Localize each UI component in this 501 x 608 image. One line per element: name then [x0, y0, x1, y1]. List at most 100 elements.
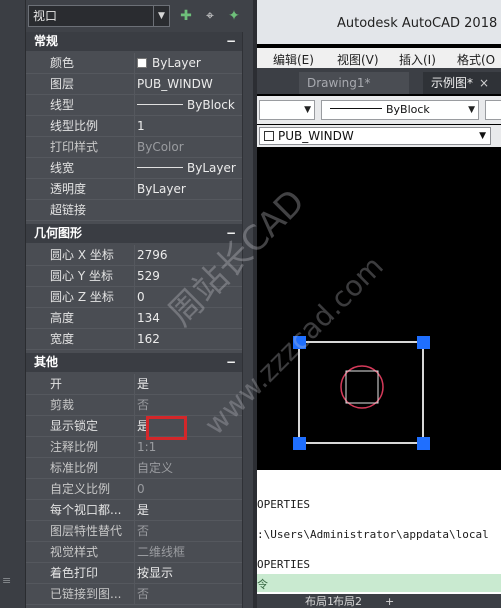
palette-scrollbar[interactable]: [242, 32, 253, 608]
property-value[interactable]: ByLayer: [134, 158, 240, 178]
layer-dropdown[interactable]: PUB_WINDW ▼: [259, 127, 491, 145]
menu-format[interactable]: 格式(O: [457, 51, 495, 68]
close-icon[interactable]: ×: [479, 76, 489, 90]
property-value[interactable]: 1: [134, 116, 240, 136]
property-row[interactable]: 超链接: [26, 200, 242, 221]
tab-layout1[interactable]: 布局1: [305, 596, 334, 608]
property-label: 每个视口都...: [50, 503, 122, 517]
property-label: 颜色: [50, 56, 75, 70]
collapse-icon[interactable]: −: [226, 353, 236, 372]
property-value[interactable]: 是: [134, 500, 240, 520]
property-row[interactable]: 注释比例 1:1: [26, 437, 242, 458]
property-value[interactable]: ByBlock: [134, 95, 240, 115]
command-input[interactable]: 令: [257, 574, 501, 592]
command-window: OPERTIES :\Users\Administrator\appdata\l…: [257, 470, 501, 594]
section-header[interactable]: 其他 −: [26, 353, 242, 372]
menu-insert[interactable]: 插入(I): [399, 51, 436, 68]
property-value[interactable]: 否: [134, 521, 240, 541]
tab-sample-drawing[interactable]: 示例图* ×: [423, 72, 501, 94]
add-layout-button[interactable]: +: [385, 596, 394, 608]
object-type-select[interactable]: 视口 ▼: [28, 5, 170, 27]
viewport-frame[interactable]: [298, 341, 424, 444]
property-value[interactable]: PUB_WINDW: [134, 74, 240, 94]
strip-grip-icon[interactable]: ≡: [2, 574, 11, 587]
property-value[interactable]: ByLayer: [134, 53, 240, 73]
property-value[interactable]: ByColor: [134, 137, 240, 157]
property-row[interactable]: 自定义比例 0: [26, 479, 242, 500]
select-objects-icon[interactable]: ⌖: [200, 6, 220, 26]
property-value[interactable]: 自定义: [134, 458, 240, 478]
property-label: 圆心 Z 坐标: [50, 290, 114, 304]
property-row[interactable]: 线型 ByBlock: [26, 95, 242, 116]
tab-sample-drawing-label: 示例图*: [431, 76, 474, 90]
property-value[interactable]: 按显示: [134, 563, 240, 583]
property-value-text: 0: [137, 290, 145, 304]
layout-tab-bar: 布局1 布局2 +: [257, 594, 501, 608]
property-row[interactable]: 标准比例 自定义: [26, 458, 242, 479]
section-header[interactable]: 几何图形 −: [26, 224, 242, 243]
property-row[interactable]: 线型比例 1: [26, 116, 242, 137]
property-value-text: 1: [137, 119, 145, 133]
grip-bottom-right[interactable]: [417, 437, 430, 450]
property-row[interactable]: 图层 PUB_WINDW: [26, 74, 242, 95]
circle-object[interactable]: [340, 365, 384, 409]
menu-bar: 编辑(E) 视图(V) 插入(I) 格式(O: [257, 48, 501, 68]
property-value[interactable]: 1:1: [134, 437, 240, 457]
property-row[interactable]: 打印样式 ByColor: [26, 137, 242, 158]
property-value-text: ByLayer: [152, 56, 201, 70]
property-label: 图层: [50, 77, 75, 91]
linetype-dropdown[interactable]: ByBlock ▼: [321, 100, 479, 120]
property-row[interactable]: 线宽 ByLayer: [26, 158, 242, 179]
property-value[interactable]: 0: [134, 479, 240, 499]
toggle-pickadd-icon[interactable]: ✚: [176, 6, 196, 26]
property-label: 着色打印: [50, 566, 99, 580]
quick-select-icon[interactable]: ✦: [224, 6, 244, 26]
property-value-text: 1:1: [137, 440, 157, 454]
property-label: 图层特性替代: [50, 524, 123, 538]
lineweight-dropdown[interactable]: [485, 100, 501, 120]
collapse-icon[interactable]: −: [226, 32, 236, 51]
property-value-text: 134: [137, 311, 160, 325]
property-row[interactable]: 开是: [26, 374, 242, 395]
property-row[interactable]: 颜色 ByLayer: [26, 53, 242, 74]
property-value-text: 否: [137, 524, 150, 538]
property-value[interactable]: 否: [134, 584, 240, 604]
property-label: 线型比例: [50, 119, 99, 133]
section-header[interactable]: 常规 −: [26, 32, 242, 51]
property-row[interactable]: 图层特性替代否: [26, 521, 242, 542]
menu-edit[interactable]: 编辑(E): [273, 51, 314, 68]
property-label: 标准比例: [50, 461, 99, 475]
property-value-text: 是: [137, 377, 150, 391]
grip-top-right[interactable]: [417, 336, 430, 349]
file-tab-bar: Drawing1* 示例图* ×: [257, 68, 501, 94]
linetype-value: ByBlock: [386, 103, 430, 116]
property-row[interactable]: 每个视口都... 是: [26, 500, 242, 521]
property-row[interactable]: 着色打印 按显示: [26, 563, 242, 584]
property-value-text: 自定义: [137, 461, 174, 475]
command-history-line: OPERTIES: [257, 498, 310, 511]
tab-drawing1[interactable]: Drawing1*: [299, 72, 409, 94]
color-dropdown[interactable]: ▼: [259, 100, 315, 120]
property-row[interactable]: 已链接到图... 否: [26, 584, 242, 605]
property-value[interactable]: ByLayer: [134, 179, 240, 199]
property-value[interactable]: 二维线框: [134, 542, 240, 562]
property-row[interactable]: 宽度 162: [26, 329, 242, 350]
property-value-text: ByColor: [137, 140, 184, 154]
property-row[interactable]: 透明度 ByLayer: [26, 179, 242, 200]
tab-layout2[interactable]: 布局2: [333, 596, 362, 608]
property-label: 圆心 X 坐标: [50, 248, 114, 262]
chevron-down-icon[interactable]: ▼: [153, 6, 169, 26]
color-swatch: [137, 58, 147, 68]
menu-view[interactable]: 视图(V): [337, 51, 379, 68]
property-value-text: 162: [137, 332, 160, 346]
property-row[interactable]: 视觉样式 二维线框: [26, 542, 242, 563]
property-value-text: 按显示: [137, 566, 174, 580]
property-label: 显示锁定: [50, 419, 99, 433]
layer-value: PUB_WINDW: [278, 129, 354, 143]
properties-toolbar: ▼ ByBlock ▼: [257, 96, 501, 124]
chevron-down-icon: ▼: [304, 105, 311, 115]
object-selector-row: 视口 ▼ ✚ ⌖ ✦: [26, 0, 253, 32]
property-label: 圆心 Y 坐标: [50, 269, 113, 283]
grip-bottom-left[interactable]: [293, 437, 306, 450]
square-object[interactable]: [345, 370, 379, 404]
